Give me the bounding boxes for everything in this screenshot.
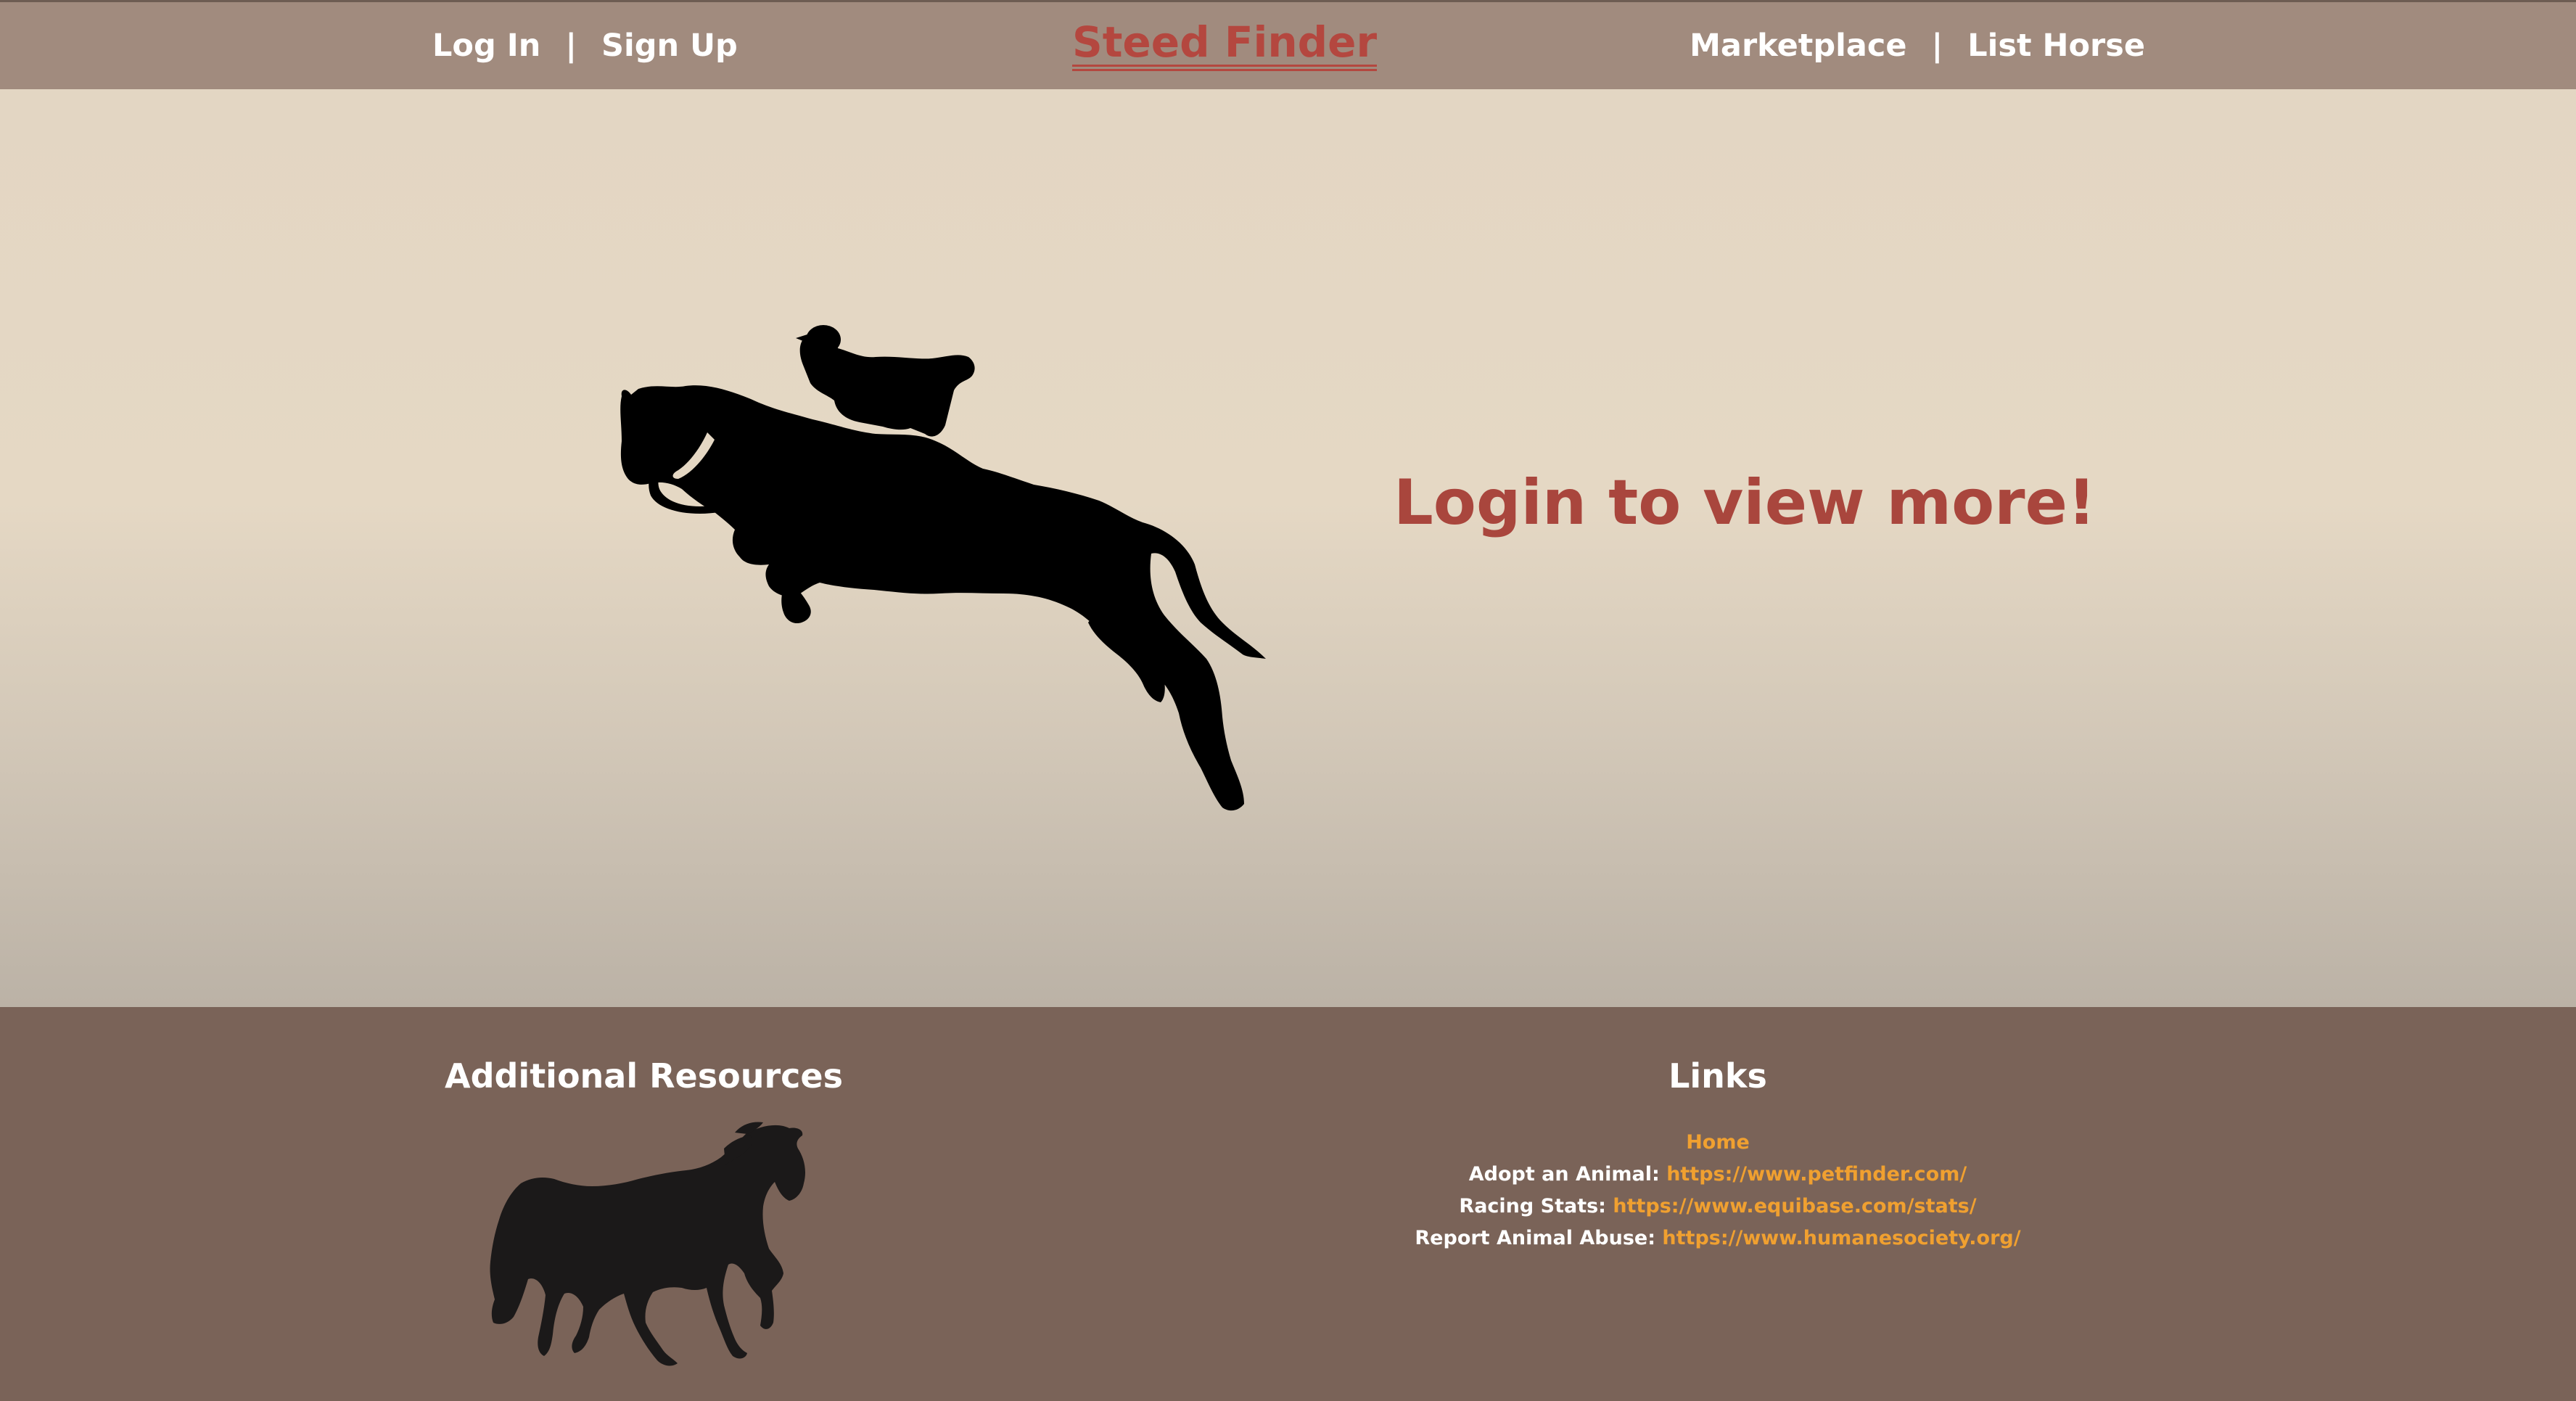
- links-title: Links: [1668, 1056, 1767, 1096]
- additional-resources-title: Additional Resources: [444, 1056, 844, 1096]
- links-list: Home Adopt an Animal: https://www.petfin…: [1320, 1127, 2115, 1254]
- list-item: Report Animal Abuse: https://www.humanes…: [1320, 1223, 2115, 1254]
- auth-nav: Log In | Sign Up: [432, 2, 738, 89]
- top-navigation-bar: Log In | Sign Up Steed Finder Marketplac…: [0, 0, 2576, 89]
- page: Log In | Sign Up Steed Finder Marketplac…: [0, 0, 2576, 1401]
- signup-link[interactable]: Sign Up: [601, 28, 738, 64]
- horse-jumper-silhouette-icon: [620, 325, 1266, 811]
- nav-separator: |: [1931, 28, 1943, 64]
- link-label: Racing Stats:: [1459, 1195, 1613, 1217]
- horse-silhouette-icon: [490, 1122, 805, 1366]
- humanesociety-link[interactable]: https://www.humanesociety.org/: [1662, 1227, 2020, 1249]
- footer: Additional Resources Links Home Adopt an…: [0, 1007, 2576, 1401]
- list-item: Adopt an Animal: https://www.petfinder.c…: [1320, 1159, 2115, 1191]
- home-link[interactable]: Home: [1686, 1131, 1750, 1154]
- equibase-link[interactable]: https://www.equibase.com/stats/: [1613, 1195, 1976, 1217]
- marketplace-link[interactable]: Marketplace: [1690, 28, 1906, 64]
- login-link[interactable]: Log In: [432, 28, 540, 64]
- list-item: Racing Stats: https://www.equibase.com/s…: [1320, 1191, 2115, 1223]
- link-label: Adopt an Animal:: [1468, 1163, 1667, 1186]
- list-item: Home: [1320, 1127, 2115, 1159]
- list-horse-link[interactable]: List Horse: [1967, 28, 2145, 64]
- brand-link[interactable]: Steed Finder: [1071, 20, 1378, 71]
- link-label: Report Animal Abuse:: [1415, 1227, 1663, 1249]
- main-nav: Marketplace | List Horse: [1690, 2, 2145, 89]
- brand-logo: Steed Finder: [1071, 2, 1378, 89]
- hero-section: Login to view more!: [0, 89, 2576, 1007]
- nav-separator: |: [565, 28, 577, 64]
- petfinder-link[interactable]: https://www.petfinder.com/: [1666, 1163, 1967, 1186]
- login-prompt-message: Login to view more!: [1394, 467, 2096, 539]
